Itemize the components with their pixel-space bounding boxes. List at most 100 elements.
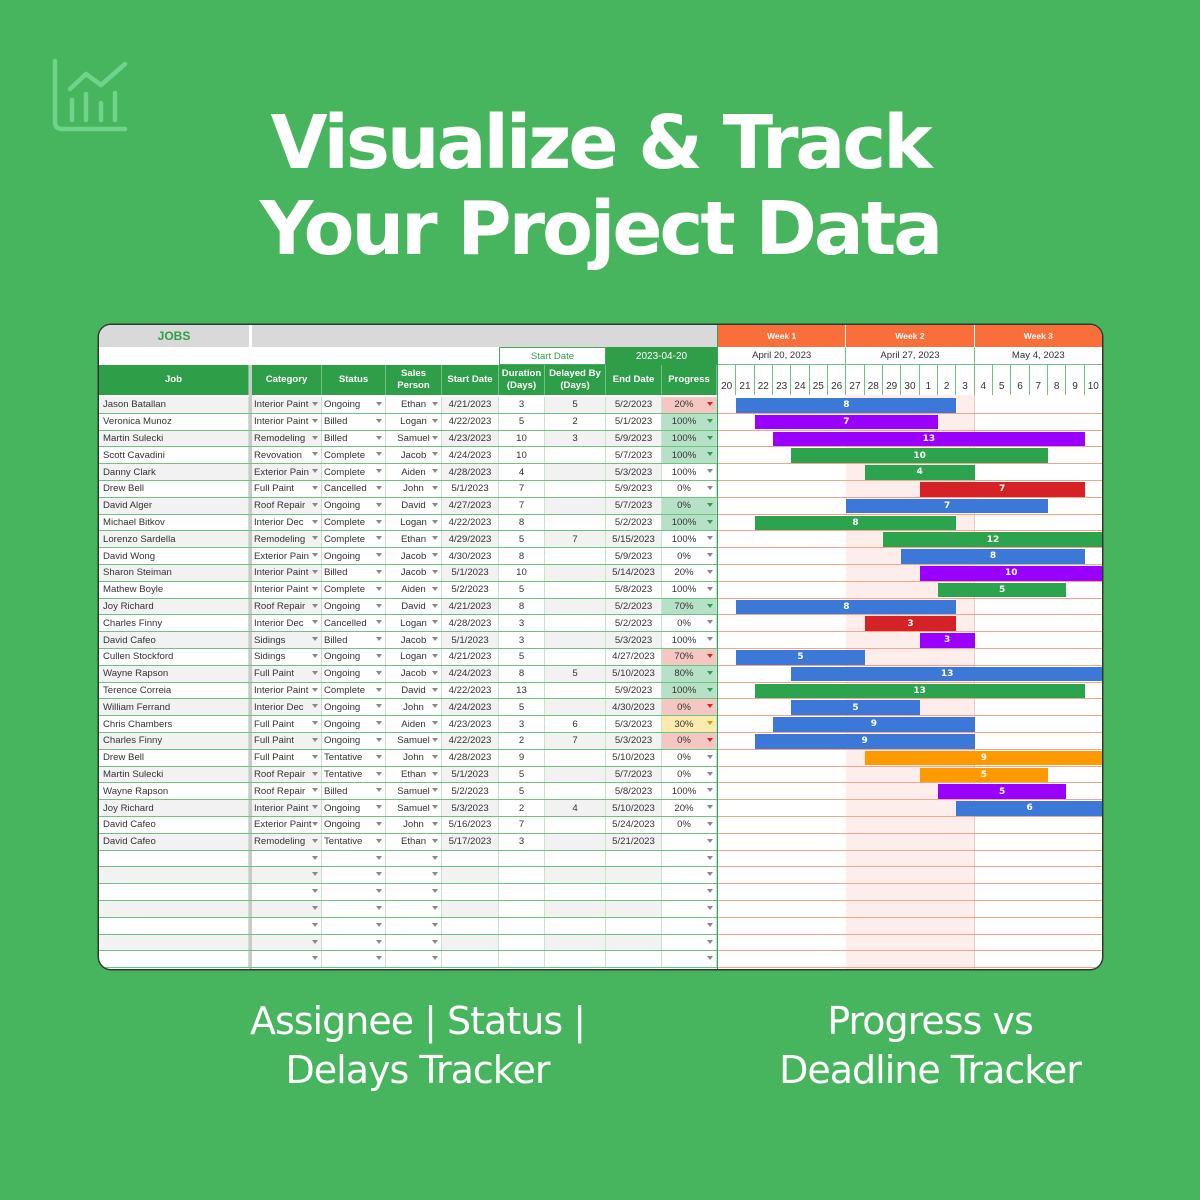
dropdown-arrow-icon[interactable] (376, 502, 382, 507)
dropdown-arrow-icon[interactable] (707, 738, 713, 742)
duration-cell[interactable]: 8 (499, 665, 545, 682)
dropdown-arrow-icon[interactable] (312, 822, 318, 826)
delayed-by-cell[interactable] (545, 817, 606, 833)
delayed-by-cell[interactable] (545, 766, 606, 783)
dropdown-arrow-icon[interactable] (376, 738, 382, 742)
dropdown-arrow-icon[interactable] (376, 939, 382, 944)
category-select[interactable]: Interior Dec (252, 699, 322, 716)
gantt-bar[interactable]: 13 (754, 683, 1085, 699)
gantt-bar[interactable]: 8 (736, 398, 957, 413)
status-select[interactable]: Cancelled (322, 615, 386, 632)
duration-cell[interactable]: 2 (499, 733, 545, 749)
col-header-status[interactable]: Status (322, 365, 386, 395)
gantt-bar[interactable]: 4 (864, 465, 975, 480)
status-select[interactable] (322, 884, 386, 900)
category-select[interactable]: Remodeling (252, 430, 322, 447)
start-date-cell[interactable]: 5/16/2023 (442, 817, 499, 833)
delayed-by-cell[interactable] (545, 548, 606, 564)
start-date-cell[interactable]: 4/28/2023 (442, 615, 499, 632)
dropdown-arrow-icon[interactable] (432, 402, 438, 406)
sales-person-select[interactable] (386, 867, 442, 884)
delayed-by-cell[interactable] (545, 581, 606, 598)
category-select[interactable]: Remodeling (252, 833, 322, 850)
dropdown-arrow-icon[interactable] (312, 502, 318, 507)
delayed-by-cell[interactable]: 2 (545, 413, 606, 430)
start-date-cell[interactable]: 4/22/2023 (442, 514, 499, 531)
dropdown-arrow-icon[interactable] (707, 906, 713, 910)
delayed-by-cell[interactable] (545, 464, 606, 480)
dropdown-arrow-icon[interactable] (312, 586, 318, 591)
duration-cell[interactable]: 2 (499, 800, 545, 816)
dropdown-arrow-icon[interactable] (312, 721, 318, 726)
delayed-by-cell[interactable]: 5 (545, 665, 606, 682)
delayed-by-cell[interactable] (545, 682, 606, 699)
dropdown-arrow-icon[interactable] (707, 939, 713, 944)
category-select[interactable]: Interior Paint (252, 800, 322, 816)
delayed-by-cell[interactable] (545, 934, 606, 951)
progress-select[interactable]: 20% (662, 565, 717, 581)
delayed-by-cell[interactable] (545, 951, 606, 968)
start-date-cell[interactable]: 5/2/2023 (442, 581, 499, 598)
dropdown-arrow-icon[interactable] (312, 637, 318, 642)
dropdown-arrow-icon[interactable] (312, 687, 318, 692)
gantt-bar[interactable]: 5 (938, 582, 1067, 598)
dropdown-arrow-icon[interactable] (376, 788, 382, 793)
sales-person-select[interactable]: Samuel (386, 430, 442, 447)
category-select[interactable]: Roof Repair (252, 497, 322, 514)
dropdown-arrow-icon[interactable] (312, 469, 318, 474)
dropdown-arrow-icon[interactable] (432, 855, 438, 860)
col-header-category[interactable]: Category (252, 365, 322, 395)
dropdown-arrow-icon[interactable] (707, 889, 713, 894)
start-date-cell[interactable]: 5/1/2023 (442, 481, 499, 497)
duration-cell[interactable]: 9 (499, 749, 545, 766)
dropdown-arrow-icon[interactable] (432, 603, 438, 608)
start-date-cell[interactable] (442, 884, 499, 900)
category-select[interactable]: Remodeling (252, 531, 322, 548)
duration-cell[interactable]: 3 (499, 833, 545, 850)
start-date-cell[interactable] (442, 917, 499, 934)
sales-person-select[interactable] (386, 884, 442, 900)
dropdown-arrow-icon[interactable] (432, 838, 438, 843)
sales-person-select[interactable]: Logan (386, 615, 442, 632)
sales-person-select[interactable]: Aiden (386, 716, 442, 732)
col-header-job[interactable]: Job (99, 365, 249, 395)
dropdown-arrow-icon[interactable] (432, 452, 438, 457)
dropdown-arrow-icon[interactable] (376, 721, 382, 726)
category-select[interactable]: Roof Repair (252, 598, 322, 615)
start-date-cell[interactable]: 5/3/2023 (442, 800, 499, 816)
dropdown-arrow-icon[interactable] (376, 402, 382, 406)
start-date-cell[interactable] (442, 867, 499, 884)
delayed-by-cell[interactable] (545, 615, 606, 632)
progress-select[interactable]: 100% (662, 430, 717, 447)
dropdown-arrow-icon[interactable] (376, 855, 382, 860)
sales-person-select[interactable] (386, 951, 442, 968)
col-header-sales-person[interactable]: Sales Person (386, 365, 442, 395)
dropdown-arrow-icon[interactable] (432, 922, 438, 927)
delayed-by-cell[interactable]: 5 (545, 397, 606, 413)
progress-select[interactable] (662, 833, 717, 850)
sales-person-select[interactable] (386, 901, 442, 917)
duration-cell[interactable]: 8 (499, 514, 545, 531)
progress-select[interactable]: 0% (662, 548, 717, 564)
dropdown-arrow-icon[interactable] (376, 838, 382, 843)
delayed-by-cell[interactable] (545, 497, 606, 514)
start-date-cell[interactable]: 4/22/2023 (442, 682, 499, 699)
category-select[interactable]: Interior Paint (252, 413, 322, 430)
delayed-by-cell[interactable]: 3 (545, 430, 606, 447)
dropdown-arrow-icon[interactable] (707, 502, 713, 507)
gantt-bar[interactable]: 10 (791, 448, 1048, 463)
status-select[interactable] (322, 917, 386, 934)
dropdown-arrow-icon[interactable] (376, 670, 382, 675)
dropdown-arrow-icon[interactable] (376, 906, 382, 910)
dropdown-arrow-icon[interactable] (376, 872, 382, 877)
duration-cell[interactable]: 3 (499, 615, 545, 632)
dropdown-arrow-icon[interactable] (432, 670, 438, 675)
status-select[interactable] (322, 934, 386, 951)
progress-select[interactable]: 30% (662, 716, 717, 732)
dropdown-arrow-icon[interactable] (707, 855, 713, 860)
status-select[interactable]: Ongoing (322, 497, 386, 514)
start-date-cell[interactable]: 5/1/2023 (442, 632, 499, 648)
status-select[interactable]: Billed (322, 430, 386, 447)
dropdown-arrow-icon[interactable] (312, 603, 318, 608)
dropdown-arrow-icon[interactable] (312, 805, 318, 810)
